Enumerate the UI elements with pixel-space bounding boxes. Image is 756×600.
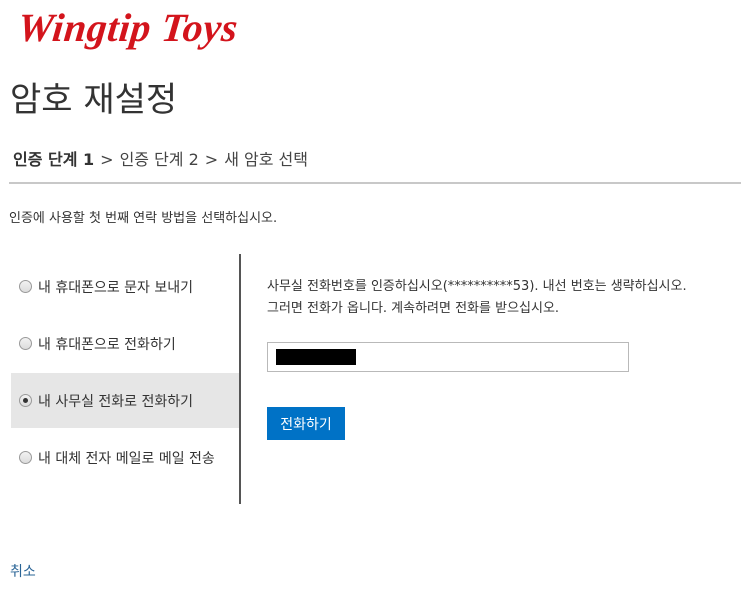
radio-button[interactable] xyxy=(19,337,32,350)
breadcrumb-step-3: 새 암호 선택 xyxy=(224,150,308,169)
call-button[interactable]: 전화하기 xyxy=(267,407,345,440)
breadcrumb-step-1: 인증 단계 1 xyxy=(13,150,95,169)
instruction-text: 인증에 사용할 첫 번째 연락 방법을 선택하십시오. xyxy=(9,211,278,226)
instruction-line-2: 그러면 전화가 옵니다. 계속하려면 전화를 받으십시오. xyxy=(267,301,560,316)
radio-button[interactable] xyxy=(19,451,32,464)
option-label: 내 사무실 전화로 전화하기 xyxy=(38,393,194,410)
phone-number-field[interactable] xyxy=(267,342,629,372)
wingtip-toys-logo: Wingtip Toys xyxy=(15,5,241,50)
contact-method-list: 내 휴대폰으로 문자 보내기 내 휴대폰으로 전화하기 내 사무실 전화로 전화… xyxy=(11,259,240,487)
office-phone-instructions: 사무실 전화번호를 인증하십시오(**********53). 내선 번호는 생… xyxy=(267,276,727,320)
radio-button-selected[interactable] xyxy=(19,394,32,407)
radio-dot-icon xyxy=(23,398,28,403)
breadcrumb-separator: > xyxy=(204,150,219,169)
option-email-alternate[interactable]: 내 대체 전자 메일로 메일 전송 xyxy=(11,430,240,485)
option-call-mobile[interactable]: 내 휴대폰으로 전화하기 xyxy=(11,316,240,371)
breadcrumb-step-2: 인증 단계 2 xyxy=(119,150,199,169)
option-label: 내 대체 전자 메일로 메일 전송 xyxy=(38,450,215,467)
option-label: 내 휴대폰으로 문자 보내기 xyxy=(38,279,194,296)
redacted-value xyxy=(276,349,356,365)
option-label: 내 휴대폰으로 전화하기 xyxy=(38,336,176,353)
instruction-line-1: 사무실 전화번호를 인증하십시오(**********53). 내선 번호는 생… xyxy=(267,279,687,294)
cancel-link[interactable]: 취소 xyxy=(10,562,36,582)
option-call-office[interactable]: 내 사무실 전화로 전화하기 xyxy=(11,373,240,428)
breadcrumb-separator: > xyxy=(100,150,114,169)
page-title: 암호 재설정 xyxy=(10,80,178,120)
breadcrumb: 인증 단계 1 > 인증 단계 2 > 새 암호 선택 xyxy=(13,149,308,171)
option-text-mobile[interactable]: 내 휴대폰으로 문자 보내기 xyxy=(11,259,240,314)
radio-button[interactable] xyxy=(19,280,32,293)
vertical-divider xyxy=(239,254,241,504)
header-divider xyxy=(9,182,741,184)
